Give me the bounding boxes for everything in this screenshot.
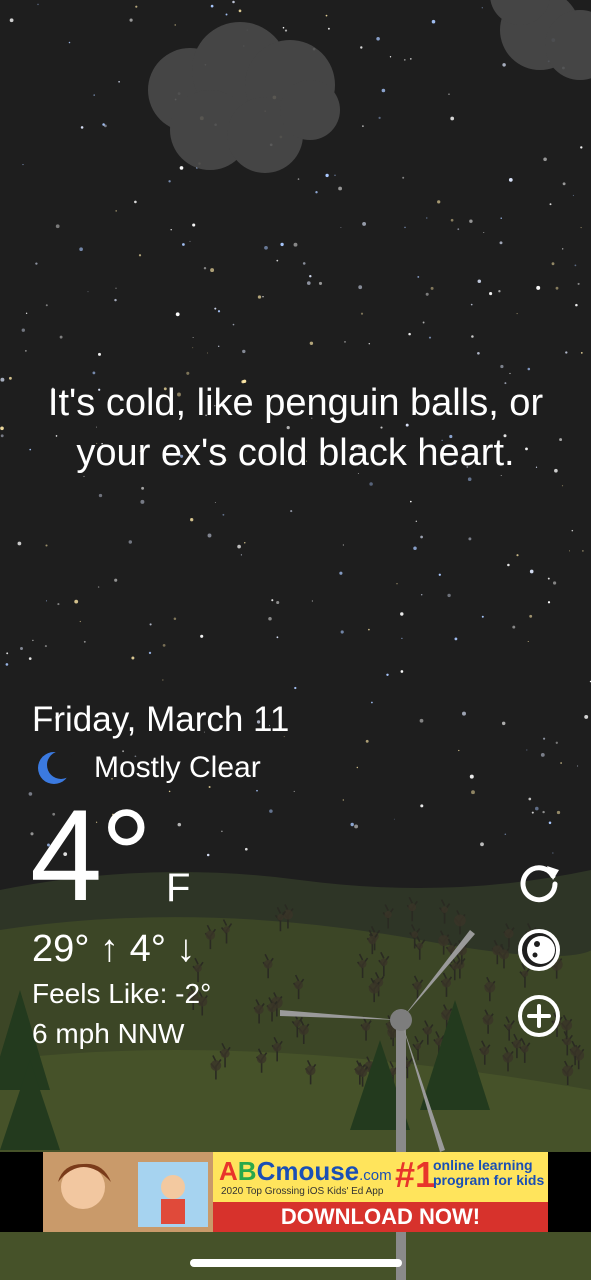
refresh-icon	[520, 865, 559, 903]
weather-quote: It's cold, like penguin balls, or your e…	[47, 382, 544, 474]
temperature-unit: F	[166, 866, 191, 910]
add-icon	[518, 995, 560, 1037]
ad-subtitle: 2020 Top Grossing iOS Kids' Ed App	[221, 1186, 384, 1197]
wind-info: 6 mph NNW	[32, 1018, 185, 1049]
ad-tagline: online learning program for kids	[433, 1157, 545, 1188]
date-label: Friday, March 11	[32, 700, 290, 739]
refresh-button[interactable]	[515, 858, 563, 906]
ad-rank: #1	[395, 1154, 436, 1195]
condition-text: Mostly Clear	[94, 751, 261, 784]
feels-like: Feels Like: -2°	[32, 978, 212, 1009]
temperature-value: 4°	[30, 782, 152, 928]
moon-phase-icon	[518, 929, 560, 971]
ad-download-button[interactable]: DOWNLOAD NOW!	[213, 1202, 548, 1232]
ad-image	[43, 1152, 213, 1232]
ad-banner[interactable]: ABCmouse.com 2020 Top Grossing iOS Kids'…	[0, 1152, 591, 1232]
add-location-button[interactable]	[515, 992, 563, 1040]
moon-icon	[38, 751, 72, 784]
ad-content[interactable]: ABCmouse.com 2020 Top Grossing iOS Kids'…	[43, 1152, 548, 1232]
moon-phase-button[interactable]	[515, 926, 563, 974]
high-low-temps: 29° ↑ 4° ↓	[32, 928, 196, 970]
home-indicator[interactable]	[190, 1259, 402, 1267]
ad-brand-logo: ABCmouse.com	[219, 1156, 392, 1186]
